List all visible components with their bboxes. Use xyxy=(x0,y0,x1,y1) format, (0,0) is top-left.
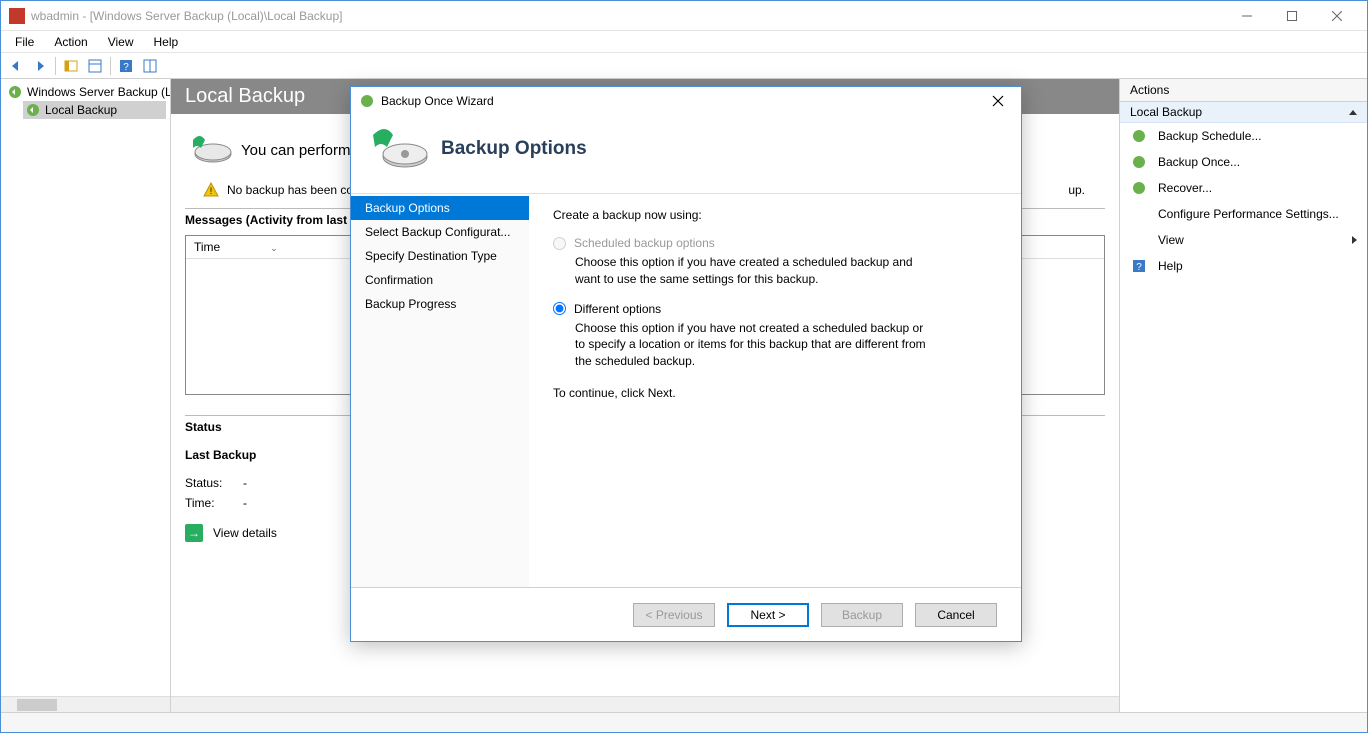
statusbar xyxy=(1,712,1367,732)
dialog-titlebar[interactable]: Backup Once Wizard xyxy=(351,87,1021,115)
backup-once-icon xyxy=(1130,154,1148,170)
blank-icon xyxy=(1130,232,1148,248)
wizard-buttons: < Previous Next > Backup Cancel xyxy=(351,587,1021,641)
column-time[interactable]: Time⌄ xyxy=(194,240,278,254)
dialog-page-title: Backup Options xyxy=(441,138,587,160)
chevron-up-icon xyxy=(1349,110,1357,115)
different-desc: Choose this option if you have not creat… xyxy=(575,320,935,370)
action-help[interactable]: ? Help xyxy=(1120,253,1367,279)
wizard-icon xyxy=(359,93,375,109)
properties-button[interactable] xyxy=(84,55,106,77)
blank-icon xyxy=(1130,206,1148,222)
tree-local-backup[interactable]: Local Backup xyxy=(23,101,166,119)
local-backup-icon xyxy=(25,102,41,118)
radio-scheduled-input xyxy=(553,237,566,250)
svg-text:?: ? xyxy=(1136,262,1142,273)
toolbar: ? xyxy=(1,53,1367,79)
recover-icon xyxy=(1130,180,1148,196)
backup-button: Backup xyxy=(821,603,903,627)
nav-select-config[interactable]: Select Backup Configurat... xyxy=(351,220,529,244)
radio-different-input[interactable] xyxy=(553,302,566,315)
nav-confirmation[interactable]: Confirmation xyxy=(351,268,529,292)
action-performance-settings[interactable]: Configure Performance Settings... xyxy=(1120,201,1367,227)
drive-icon xyxy=(185,132,233,168)
close-button[interactable] xyxy=(1314,2,1359,30)
menu-file[interactable]: File xyxy=(5,33,44,51)
help-button[interactable]: ? xyxy=(115,55,137,77)
action-backup-once[interactable]: Backup Once... xyxy=(1120,149,1367,175)
menu-action[interactable]: Action xyxy=(44,33,97,51)
perform-text: You can perform xyxy=(241,142,351,159)
time-value: - xyxy=(243,496,247,510)
window-title: wbadmin - [Windows Server Backup (Local)… xyxy=(31,9,1224,23)
nav-destination-type[interactable]: Specify Destination Type xyxy=(351,244,529,268)
show-hide-tree-button[interactable] xyxy=(60,55,82,77)
svg-text:!: ! xyxy=(210,186,213,196)
radio-scheduled-options: Scheduled backup options xyxy=(553,236,997,250)
action-view[interactable]: View xyxy=(1120,227,1367,253)
menubar: File Action View Help xyxy=(1,31,1367,53)
radio-different-options[interactable]: Different options xyxy=(553,302,997,316)
back-button[interactable] xyxy=(5,55,27,77)
tree-scrollbar[interactable] xyxy=(1,696,170,712)
actions-section[interactable]: Local Backup xyxy=(1120,102,1367,123)
warning-icon: ! xyxy=(203,182,219,198)
arrow-right-icon: → xyxy=(185,524,203,542)
nav-backup-progress[interactable]: Backup Progress xyxy=(351,292,529,316)
chevron-right-icon xyxy=(1352,236,1357,244)
dialog-title: Backup Once Wizard xyxy=(381,94,983,108)
server-backup-icon xyxy=(7,84,23,100)
wizard-content: Create a backup now using: Scheduled bac… xyxy=(529,194,1021,587)
prompt-text: Create a backup now using: xyxy=(553,208,997,222)
refresh-button[interactable] xyxy=(139,55,161,77)
continue-hint: To continue, click Next. xyxy=(553,386,997,400)
help-icon: ? xyxy=(1130,258,1148,274)
action-backup-schedule[interactable]: Backup Schedule... xyxy=(1120,123,1367,149)
maximize-button[interactable] xyxy=(1269,2,1314,30)
content-scrollbar[interactable] xyxy=(171,696,1119,712)
backup-once-wizard-dialog: Backup Once Wizard Backup Options Backup… xyxy=(350,86,1022,642)
minimize-button[interactable] xyxy=(1224,2,1269,30)
action-recover[interactable]: Recover... xyxy=(1120,175,1367,201)
dialog-close-button[interactable] xyxy=(983,89,1013,113)
window-titlebar: wbadmin - [Windows Server Backup (Local)… xyxy=(1,1,1367,31)
tree-panel: Windows Server Backup (L Local Backup xyxy=(1,79,171,712)
scheduled-desc: Choose this option if you have created a… xyxy=(575,254,935,288)
nav-backup-options[interactable]: Backup Options xyxy=(351,196,529,220)
previous-button: < Previous xyxy=(633,603,715,627)
next-button[interactable]: Next > xyxy=(727,603,809,627)
menu-view[interactable]: View xyxy=(98,33,144,51)
status-value: - xyxy=(243,476,247,490)
app-icon xyxy=(9,8,25,24)
forward-button[interactable] xyxy=(29,55,51,77)
schedule-icon xyxy=(1130,128,1148,144)
wizard-nav: Backup Options Select Backup Configurat.… xyxy=(351,194,529,587)
actions-title: Actions xyxy=(1120,79,1367,102)
warning-suffix: up. xyxy=(1068,183,1085,197)
menu-help[interactable]: Help xyxy=(144,33,189,51)
cancel-button[interactable]: Cancel xyxy=(915,603,997,627)
svg-text:?: ? xyxy=(123,62,129,73)
actions-panel: Actions Local Backup Backup Schedule... … xyxy=(1119,79,1367,712)
backup-options-icon xyxy=(367,125,429,173)
warning-text: No backup has been co xyxy=(227,183,353,197)
tree-root[interactable]: Windows Server Backup (L xyxy=(5,83,166,101)
